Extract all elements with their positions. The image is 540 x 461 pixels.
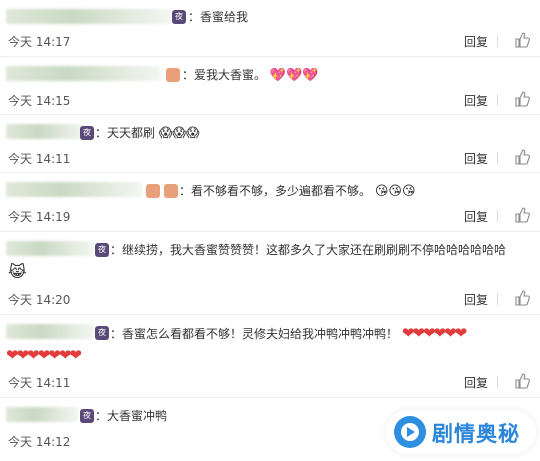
comment-text-body: ：香蜜怎么看都看不够！灵修夫妇给我冲鸭冲鸭冲鸭！ — [110, 327, 399, 341]
reply-button[interactable]: 回复 — [464, 92, 488, 109]
comment-time: 今天 14:12 — [8, 435, 71, 449]
user-badge-icon: 夜 — [95, 243, 109, 257]
reply-button[interactable]: 回复 — [464, 208, 488, 225]
username-blurred[interactable] — [6, 241, 94, 256]
watermark: 剧情奥秘 — [386, 410, 536, 454]
user-badge-icon — [166, 68, 180, 82]
comment-time: 今天 14:11 — [8, 152, 71, 166]
heart-icons: ❤❤❤❤❤❤❤ — [6, 346, 82, 364]
like-icon[interactable] — [514, 290, 530, 306]
user-badge-icon: 夜 — [80, 126, 94, 140]
like-icon[interactable] — [514, 32, 530, 48]
username-blurred[interactable] — [6, 66, 161, 81]
username-blurred[interactable] — [6, 124, 86, 139]
username-blurred[interactable] — [6, 324, 94, 339]
play-logo-icon — [394, 416, 426, 448]
emoji-scream-icons: 😱😱😱 — [158, 126, 200, 141]
comment-emoji-line: ❤❤❤❤❤❤❤ — [6, 346, 82, 364]
like-icon[interactable] — [514, 207, 530, 223]
user-badge-icon: 夜 — [172, 10, 186, 24]
comment-emoji-line: 😹 — [8, 264, 27, 281]
comment-text: ：继续捞，我大香蜜赞赞赞！这都多久了大家还在刷刷刷不停哈哈哈哈哈哈 — [110, 243, 507, 257]
separator — [497, 376, 498, 388]
comment-time: 今天 14:11 — [8, 376, 71, 390]
separator — [497, 293, 498, 305]
divider — [0, 56, 540, 57]
like-icon[interactable] — [514, 91, 530, 107]
comment-text-body: ：天天都刷 — [95, 126, 156, 140]
divider — [0, 114, 540, 115]
divider — [0, 397, 540, 398]
user-badge-icon — [164, 184, 178, 198]
comment-text-body: ：看不够看不够，多少遍都看不够。 — [179, 184, 372, 198]
comment-text: ：看不够看不够，多少遍都看不够。 😘😘😘 — [179, 183, 416, 200]
reply-button[interactable]: 回复 — [464, 33, 488, 50]
comment-time: 今天 14:19 — [8, 210, 71, 224]
comment-text: ：大香蜜冲鸭 — [95, 409, 168, 423]
username-blurred[interactable] — [6, 407, 78, 422]
comment-text-body: ：爱我大香蜜。 — [182, 68, 267, 82]
reply-button[interactable]: 回复 — [464, 374, 488, 391]
comment-time: 今天 14:20 — [8, 293, 71, 307]
divider — [0, 314, 540, 315]
user-badge-icon: 夜 — [80, 409, 94, 423]
emoji-cat-icon: 😹 — [8, 262, 27, 281]
comment-text: ：香蜜给我 — [188, 10, 249, 24]
heart-icons: ❤❤❤❤❤❤ — [401, 324, 467, 342]
separator — [497, 35, 498, 47]
username-blurred[interactable] — [6, 182, 142, 197]
comment-text: ：香蜜怎么看都看不够！灵修夫妇给我冲鸭冲鸭冲鸭！ ❤❤❤❤❤❤ — [110, 324, 467, 342]
divider — [0, 172, 540, 173]
user-badge-icon: 夜 — [95, 326, 109, 340]
comment-text: ：爱我大香蜜。 💖💖💖 — [182, 67, 318, 84]
reply-button[interactable]: 回复 — [464, 291, 488, 308]
separator — [497, 152, 498, 164]
reply-button[interactable]: 回复 — [464, 150, 488, 167]
username-blurred[interactable] — [6, 9, 171, 24]
emoji-heart-icons: 💖💖💖 — [269, 68, 319, 83]
watermark-text: 剧情奥秘 — [432, 422, 520, 446]
comment-text: ：天天都刷 😱😱😱 — [95, 125, 200, 142]
separator — [497, 94, 498, 106]
like-icon[interactable] — [514, 149, 530, 165]
like-icon[interactable] — [514, 373, 530, 389]
user-badge-icon — [146, 184, 160, 198]
divider — [0, 231, 540, 232]
comment-time: 今天 14:15 — [8, 94, 71, 108]
emoji-kiss-icons: 😘😘😘 — [374, 184, 416, 199]
comment-time: 今天 14:17 — [8, 35, 71, 49]
separator — [497, 210, 498, 222]
